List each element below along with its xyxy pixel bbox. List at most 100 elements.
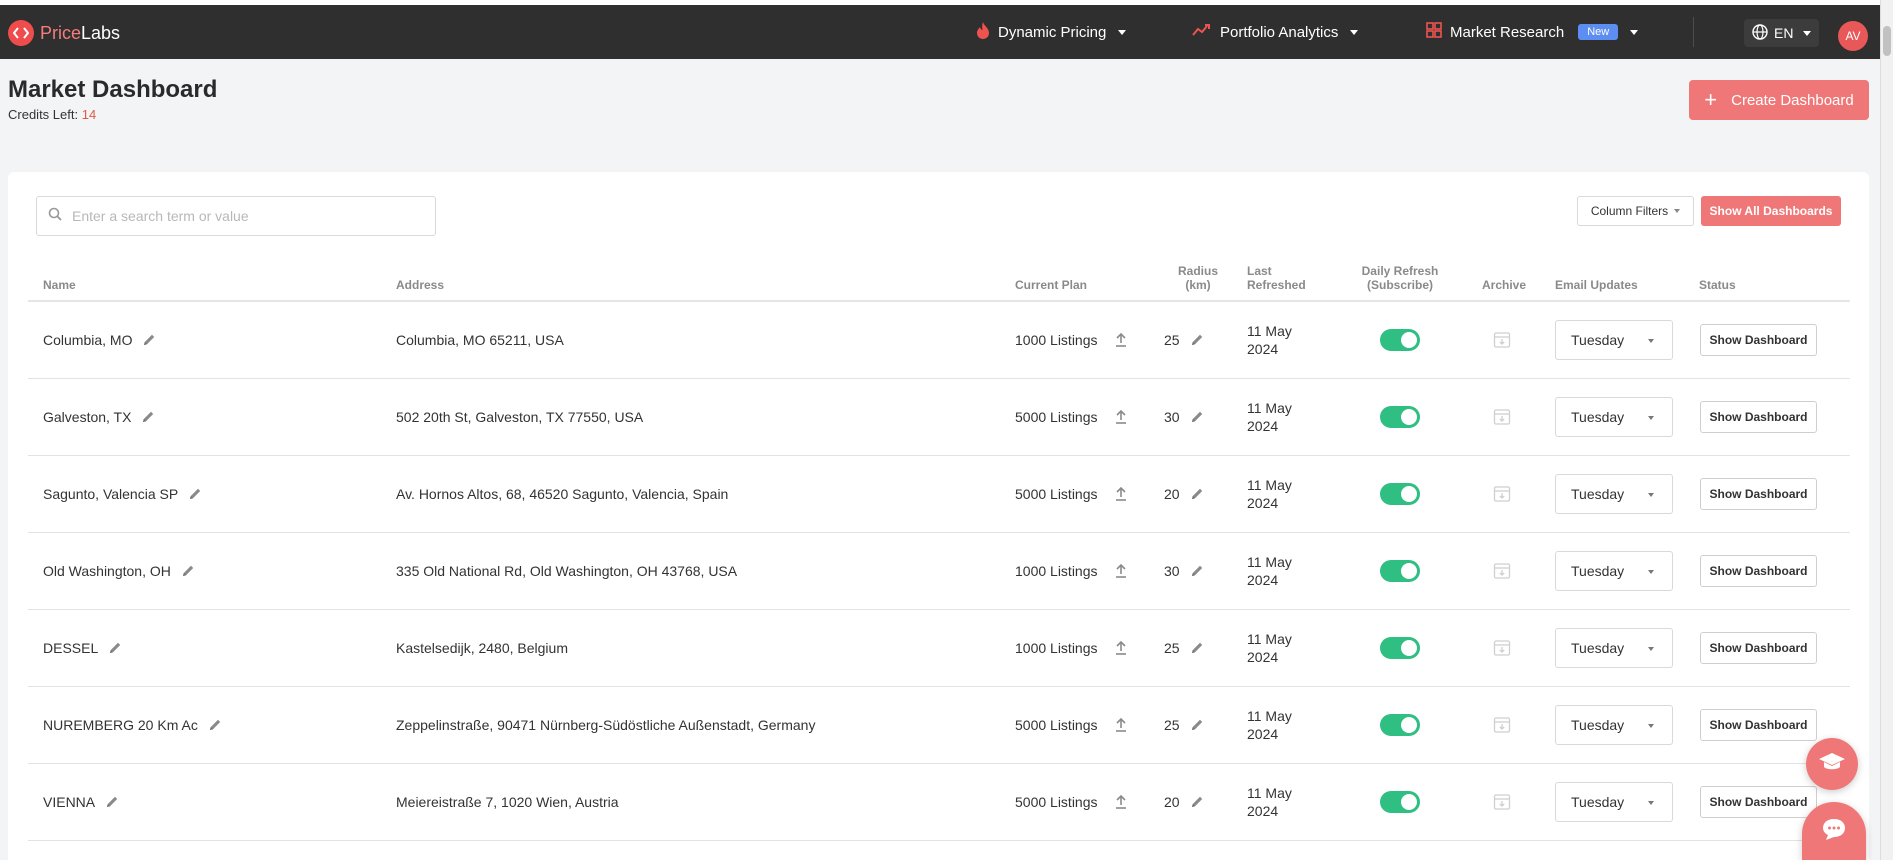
plus-icon: +	[1704, 87, 1718, 112]
upload-icon[interactable]	[1114, 563, 1128, 579]
archive-box-icon[interactable]	[1493, 331, 1511, 349]
row-plan: 5000 Listings	[1015, 486, 1098, 502]
upload-icon[interactable]	[1114, 717, 1128, 733]
credits-left: Credits Left: 14	[8, 107, 96, 122]
row-address: 335 Old National Rd, Old Washington, OH …	[396, 563, 738, 579]
upload-icon[interactable]	[1114, 332, 1128, 348]
email-updates-value: Tuesday	[1571, 409, 1625, 425]
row-radius: 20	[1164, 794, 1180, 810]
pencil-icon[interactable]	[1190, 795, 1204, 809]
email-updates-select[interactable]: Tuesday	[1555, 474, 1673, 514]
upload-icon[interactable]	[1114, 486, 1128, 502]
pencil-icon[interactable]	[181, 564, 195, 578]
row-plan-cell: 5000 Listings	[1015, 379, 1128, 455]
row-plan-cell: 1000 Listings	[1015, 610, 1128, 686]
daily-refresh-toggle[interactable]	[1380, 483, 1420, 505]
pencil-icon[interactable]	[105, 795, 119, 809]
nav-portfolio-analytics[interactable]: Portfolio Analytics	[1192, 5, 1359, 59]
row-radius: 25	[1164, 717, 1180, 733]
email-updates-select[interactable]: Tuesday	[1555, 320, 1673, 360]
search-box[interactable]	[36, 196, 436, 236]
show-dashboard-button[interactable]: Show Dashboard	[1700, 632, 1817, 664]
pencil-icon[interactable]	[208, 718, 222, 732]
daily-refresh-toggle[interactable]	[1380, 791, 1420, 813]
create-dashboard-button[interactable]: + Create Dashboard	[1689, 80, 1869, 120]
row-last-refreshed: 11 May 2024	[1247, 785, 1292, 819]
show-dashboard-button[interactable]: Show Dashboard	[1700, 555, 1817, 587]
help-center-button[interactable]	[1806, 738, 1858, 790]
show-dashboard-button[interactable]: Show Dashboard	[1700, 324, 1817, 356]
email-updates-select[interactable]: Tuesday	[1555, 705, 1673, 745]
show-dashboard-button[interactable]: Show Dashboard	[1700, 786, 1817, 818]
header-archive[interactable]: Archive	[1482, 278, 1526, 292]
nav-dynamic-pricing[interactable]: Dynamic Pricing	[976, 5, 1127, 59]
header-email-updates[interactable]: Email Updates	[1555, 278, 1638, 292]
header-status[interactable]: Status	[1699, 278, 1736, 292]
chat-button[interactable]	[1802, 802, 1866, 860]
header-current-plan[interactable]: Current Plan	[1015, 278, 1087, 292]
scrollbar-thumb[interactable]	[1883, 26, 1891, 56]
header-address[interactable]: Address	[396, 278, 444, 292]
upload-icon[interactable]	[1114, 794, 1128, 810]
page-title: Market Dashboard	[8, 76, 218, 103]
language-selector[interactable]: EN	[1744, 19, 1819, 47]
search-input[interactable]	[72, 208, 412, 224]
email-updates-select[interactable]: Tuesday	[1555, 551, 1673, 591]
chevron-down-icon	[1648, 570, 1654, 574]
email-updates-select[interactable]: Tuesday	[1555, 397, 1673, 437]
pencil-icon[interactable]	[1190, 333, 1204, 347]
logo[interactable]: PriceLabs	[8, 20, 120, 46]
pencil-icon[interactable]	[188, 487, 202, 501]
row-name-cell: Galveston, TX	[43, 379, 155, 455]
nav-dynamic-pricing-label: Dynamic Pricing	[998, 23, 1107, 41]
search-icon	[48, 207, 62, 226]
pencil-icon[interactable]	[1190, 718, 1204, 732]
pencil-icon[interactable]	[141, 410, 155, 424]
pencil-icon[interactable]	[1190, 641, 1204, 655]
table-row: Sagunto, Valencia SP Av. Hornos Altos, 68…	[28, 456, 1850, 533]
email-updates-select[interactable]: Tuesday	[1555, 628, 1673, 668]
daily-refresh-toggle[interactable]	[1380, 714, 1420, 736]
nav-market-research[interactable]: Market Research New	[1426, 5, 1639, 59]
header-radius[interactable]: Radius (km)	[1163, 264, 1233, 292]
table-row: Columbia, MO Columbia, MO 65211, USA 1000 …	[28, 302, 1850, 379]
archive-box-icon[interactable]	[1493, 716, 1511, 734]
daily-refresh-toggle[interactable]	[1380, 560, 1420, 582]
archive-box-icon[interactable]	[1493, 562, 1511, 580]
daily-refresh-toggle[interactable]	[1380, 329, 1420, 351]
column-filters-button[interactable]: Column Filters	[1577, 196, 1694, 226]
pencil-icon[interactable]	[1190, 487, 1204, 501]
pencil-icon[interactable]	[108, 641, 122, 655]
row-plan: 1000 Listings	[1015, 640, 1098, 656]
row-status-cell: Show Dashboard	[1700, 456, 1817, 532]
upload-icon[interactable]	[1114, 640, 1128, 656]
avatar[interactable]: AV	[1838, 21, 1868, 51]
show-dashboard-button[interactable]: Show Dashboard	[1700, 709, 1817, 741]
pencil-icon[interactable]	[142, 333, 156, 347]
header-daily-refresh[interactable]: Daily Refresh (Subscribe)	[1350, 264, 1450, 292]
pencil-icon[interactable]	[1190, 410, 1204, 424]
archive-box-icon[interactable]	[1493, 639, 1511, 657]
row-plan-cell: 1000 Listings	[1015, 302, 1128, 378]
dashboard-table-card: Column Filters Show All Dashboards Name …	[8, 172, 1869, 860]
upload-icon[interactable]	[1114, 409, 1128, 425]
show-dashboard-button[interactable]: Show Dashboard	[1700, 478, 1817, 510]
daily-refresh-toggle[interactable]	[1380, 637, 1420, 659]
chevron-down-icon	[1648, 724, 1654, 728]
daily-refresh-toggle[interactable]	[1380, 406, 1420, 428]
show-all-dashboards-button[interactable]: Show All Dashboards	[1701, 196, 1841, 226]
email-updates-select[interactable]: Tuesday	[1555, 782, 1673, 822]
row-name: VIENNA	[43, 794, 96, 810]
archive-box-icon[interactable]	[1493, 408, 1511, 426]
top-navbar: PriceLabs Dynamic Pricing Portfolio Anal…	[0, 5, 1880, 59]
show-dashboard-button[interactable]: Show Dashboard	[1700, 401, 1817, 433]
row-radius-cell: 30	[1164, 379, 1204, 455]
archive-box-icon[interactable]	[1493, 793, 1511, 811]
pencil-icon[interactable]	[1190, 564, 1204, 578]
page-scrollbar[interactable]	[1880, 0, 1893, 860]
header-last-refreshed[interactable]: Last Refreshed	[1247, 264, 1306, 292]
table-row: Old Washington, OH 335 Old National Rd, O…	[28, 533, 1850, 610]
row-radius: 30	[1164, 409, 1180, 425]
archive-box-icon[interactable]	[1493, 485, 1511, 503]
header-name[interactable]: Name	[43, 278, 76, 292]
